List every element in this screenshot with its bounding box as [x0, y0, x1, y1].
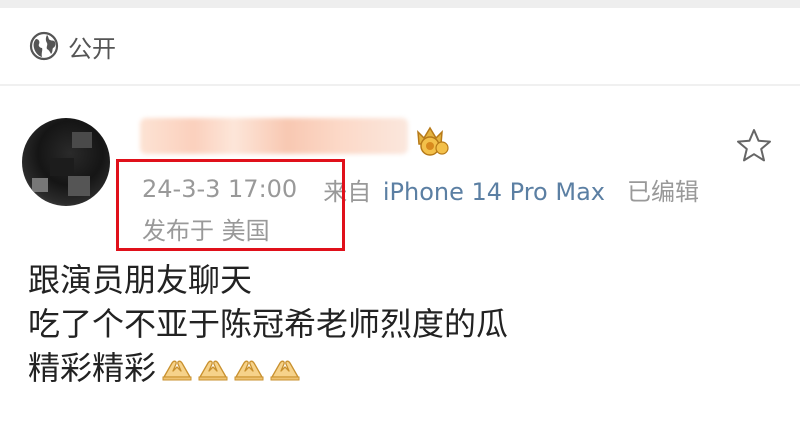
emoji-row [160, 355, 304, 381]
privacy-setting[interactable]: 公开 [0, 8, 800, 84]
highlight-box [116, 159, 345, 251]
crown-badge-icon[interactable] [412, 124, 454, 156]
post-text-line-3: 精彩精彩 [28, 349, 157, 387]
praying-hands-icon [162, 360, 192, 381]
praying-hands-icon [198, 360, 228, 381]
praying-hands-icon [234, 360, 264, 381]
praying-hands-icon [270, 360, 300, 381]
post-text-line: 精彩精彩 [28, 346, 768, 390]
post-source: 来自 iPhone 14 Pro Max [323, 172, 605, 207]
top-bar [0, 0, 800, 8]
source-device[interactable]: iPhone 14 Pro Max [383, 178, 605, 206]
post-text-line: 跟演员朋友聊天 [28, 261, 253, 299]
post-card: 24-3-3 17:00 来自 iPhone 14 Pro Max 已编辑 发布… [0, 86, 800, 438]
avatar[interactable] [22, 118, 110, 206]
privacy-label: 公开 [68, 34, 116, 63]
post-body: 跟演员朋友聊天 吃了个不亚于陈冠希老师烈度的瓜 精彩精彩 [28, 258, 768, 390]
post-text-line: 吃了个不亚于陈冠希老师烈度的瓜 [28, 305, 509, 343]
globe-icon [29, 31, 59, 61]
username-blurred[interactable] [140, 118, 408, 154]
edited-label[interactable]: 已编辑 [627, 172, 699, 207]
star-icon[interactable] [734, 126, 774, 166]
